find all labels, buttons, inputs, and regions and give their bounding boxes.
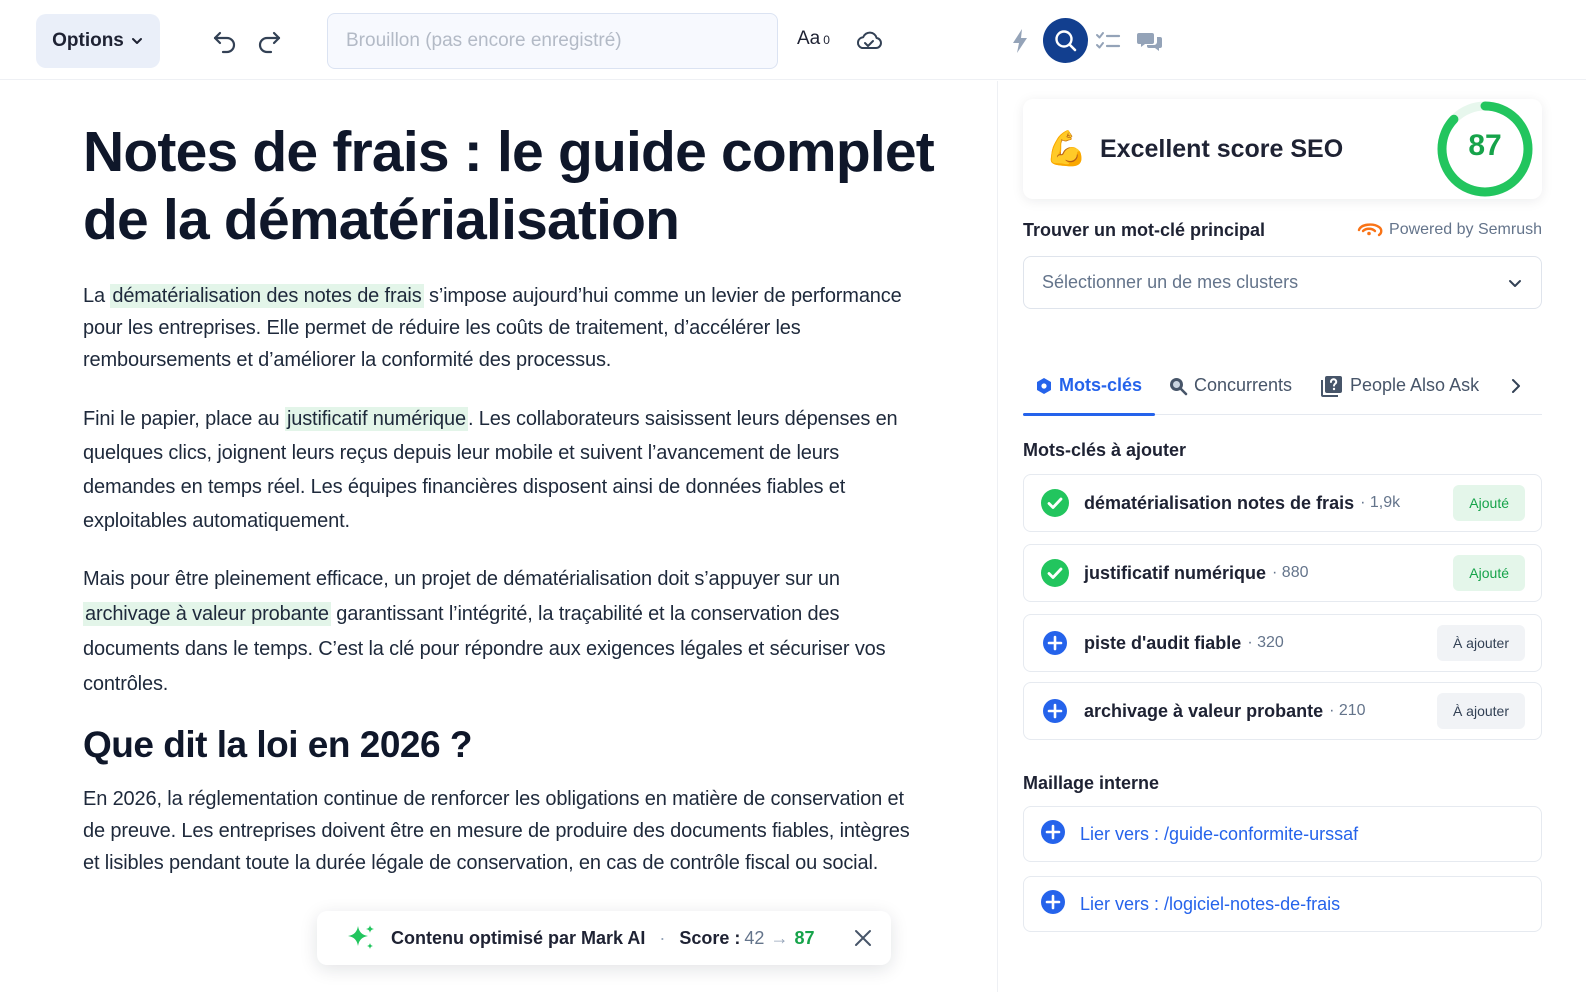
paragraph-text: Mais pour être pleinement efficace, un p… — [83, 568, 840, 590]
tab-people-also-ask[interactable]: People Also Ask — [1320, 356, 1479, 415]
document-title[interactable]: Notes de frais : le guide complet de la … — [83, 118, 963, 254]
keyword-add-button[interactable]: À ajouter — [1436, 625, 1525, 661]
paragraph-text: La — [83, 285, 111, 307]
font-size-control[interactable]: Aa 0 — [797, 28, 830, 56]
paragraph-paperless[interactable]: Fini le papier, place au justificatif nu… — [83, 402, 913, 538]
tab-label: Mots-clés — [1059, 375, 1143, 395]
toast-score-before: 42 — [744, 927, 765, 948]
chevron-right-icon — [1512, 378, 1520, 393]
keyword-row: dématérialisation notes de frais · 1,9k … — [1023, 474, 1542, 532]
search-icon — [1054, 29, 1076, 51]
tab-label: Concurrents — [1194, 375, 1293, 395]
undo-button[interactable] — [208, 24, 242, 58]
checklist-icon — [1096, 32, 1121, 49]
paragraph-intro[interactable]: La dématérialisation des notes de frais … — [83, 280, 913, 376]
keyword-text: archivage à valeur probante — [1084, 700, 1324, 721]
redo-button[interactable] — [252, 24, 286, 58]
check-circle-icon — [1040, 488, 1070, 518]
cluster-select[interactable]: Sélectionner un de mes clusters — [1023, 256, 1542, 309]
toast-score-after: 87 — [794, 927, 815, 948]
options-label: Options — [52, 30, 124, 51]
ai-optimization-toast: Contenu optimisé par Mark AI · Score : 4… — [317, 911, 891, 965]
keyword-row: justificatif numérique · 880 Ajouté — [1023, 544, 1542, 602]
flexed-biceps-icon: 💪 — [1045, 130, 1088, 168]
keyword-add-button[interactable]: À ajouter — [1436, 693, 1525, 729]
hexagon-icon — [1037, 377, 1051, 394]
plus-circle-icon — [1040, 696, 1070, 726]
cloud-save-button[interactable] — [852, 26, 886, 56]
internal-link-text: Lier vers : /logiciel-notes-de-frais — [1080, 893, 1341, 914]
cluster-select-placeholder: Sélectionner un de mes clusters — [1042, 272, 1299, 292]
tab-competitors[interactable]: Concurrents — [1168, 356, 1292, 415]
lightning-icon — [1013, 29, 1027, 53]
chat-bubbles-icon — [1137, 33, 1162, 51]
check-circle-icon — [1040, 558, 1070, 588]
toast-score-label: Score : — [679, 927, 741, 948]
seo-score-label: Excellent score SEO — [1100, 135, 1344, 163]
keyword-volume: · 320 — [1247, 634, 1284, 651]
plus-circle-icon — [1040, 628, 1070, 658]
keywords-section-title: Mots-clés à ajouter — [1023, 440, 1187, 460]
question-box-icon — [1321, 375, 1342, 397]
keyword-highlight: archivage à valeur probante — [83, 602, 331, 626]
internal-link-text: Lier vers : /guide-conformite-urssaf — [1080, 823, 1359, 844]
keyword-status-button[interactable]: Ajouté — [1453, 555, 1525, 591]
keyword-text: piste d'audit fiable — [1084, 632, 1242, 653]
powered-by-semrush[interactable]: Powered by Semrush — [1357, 221, 1542, 239]
tab-keywords[interactable]: Mots-clés — [1023, 356, 1155, 416]
section-heading[interactable]: Que dit la loi en 2026 ? — [83, 724, 472, 766]
paragraph-archiving[interactable]: Mais pour être pleinement efficace, un p… — [83, 562, 913, 702]
internal-links-section-title: Maillage interne — [1023, 773, 1160, 793]
keyword-highlight: justificatif numérique — [284, 407, 468, 431]
seo-search-toggle[interactable] — [1043, 18, 1088, 63]
chevron-down-icon — [1509, 279, 1521, 287]
powered-by-label: Powered by Semrush — [1389, 221, 1542, 238]
cloud-sync-icon — [856, 31, 882, 49]
main-keyword-title: Trouver un mot-clé principal — [1023, 220, 1266, 240]
paragraph-text: Fini le papier, place au — [83, 408, 285, 430]
keyword-text: justificatif numérique — [1084, 562, 1267, 583]
keyword-highlight: dématérialisation des notes de frais — [110, 284, 424, 308]
chevron-down-icon — [131, 38, 142, 44]
internal-link-row[interactable]: Lier vers : /guide-conformite-urssaf — [1023, 806, 1542, 862]
keyword-status-button[interactable]: Ajouté — [1453, 485, 1525, 521]
seo-score-value: 87 — [1468, 129, 1502, 162]
keyword-volume: · 210 — [1329, 702, 1366, 719]
semrush-logo-icon — [1357, 223, 1383, 237]
tabs-next-button[interactable] — [1509, 356, 1523, 415]
font-size-count: 0 — [823, 33, 830, 47]
panel-divider — [997, 81, 998, 992]
internal-link-row[interactable]: Lier vers : /logiciel-notes-de-frais — [1023, 876, 1542, 932]
redo-icon — [258, 31, 281, 54]
top-toolbar: Options Aa 0 — [0, 0, 1586, 80]
toast-separator: · — [659, 927, 666, 948]
toast-label: Contenu optimisé par Mark AI — [391, 927, 646, 948]
checklist-button[interactable] — [1093, 26, 1123, 56]
plus-circle-icon — [1040, 889, 1066, 920]
tab-label: People Also Ask — [1350, 375, 1480, 395]
options-button[interactable]: Options — [36, 14, 160, 68]
toast-close-button[interactable] — [853, 928, 873, 948]
keyword-row: archivage à valeur probante · 210 À ajou… — [1023, 682, 1542, 740]
keyword-text: dématérialisation notes de frais — [1084, 492, 1355, 513]
keyword-volume: · 1,9k — [1360, 494, 1401, 511]
seo-score-card: 💪 Excellent score SEO 87 — [1023, 99, 1542, 199]
close-icon — [855, 930, 871, 946]
sparkle-icon — [348, 925, 374, 949]
keyword-row: piste d'audit fiable · 320 À ajouter — [1023, 614, 1542, 672]
seo-tabs: Mots-clés Concurrents People Also Ask — [1023, 356, 1542, 416]
quick-actions-button[interactable] — [1006, 24, 1034, 58]
toast-arrow: → — [770, 927, 789, 948]
magnifier-icon — [1170, 377, 1188, 395]
plus-circle-icon — [1040, 819, 1066, 850]
keyword-volume: · 880 — [1272, 564, 1309, 581]
font-size-label: Aa — [797, 28, 821, 49]
undo-icon — [213, 31, 236, 54]
comments-button[interactable] — [1135, 26, 1165, 56]
document-title-input[interactable] — [327, 13, 778, 69]
paragraph-law[interactable]: En 2026, la réglementation continue de r… — [83, 783, 913, 879]
